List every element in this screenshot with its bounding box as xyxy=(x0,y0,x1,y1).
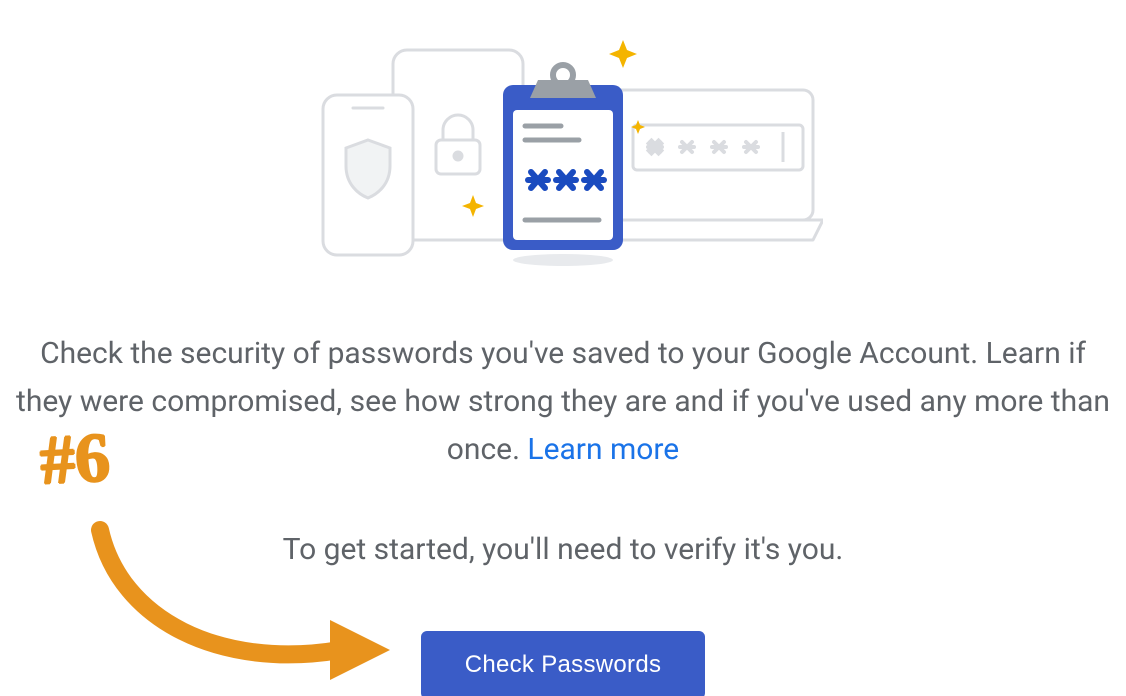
password-checkup-panel: Check the security of passwords you've s… xyxy=(0,0,1126,696)
annotation-arrow-icon xyxy=(80,500,400,696)
annotation-step-number: #6 xyxy=(38,418,112,502)
check-passwords-button[interactable]: Check Passwords xyxy=(421,631,706,696)
learn-more-link[interactable]: Learn more xyxy=(527,432,679,467)
description-text: Check the security of passwords you've s… xyxy=(13,330,1113,474)
password-checkup-illustration xyxy=(303,20,823,270)
verify-subtext: To get started, you'll need to verify it… xyxy=(283,532,844,567)
